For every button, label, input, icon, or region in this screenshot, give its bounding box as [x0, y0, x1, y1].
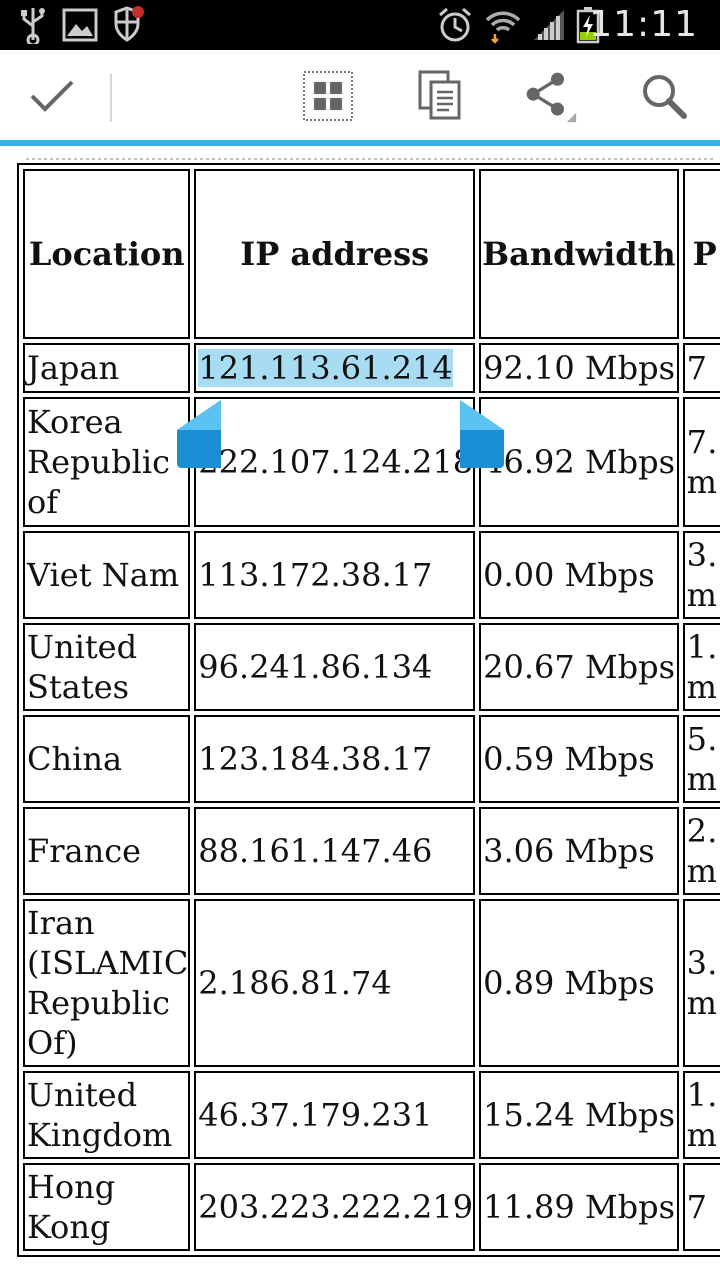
- cell-extra: 1… m: [682, 1071, 720, 1159]
- table-row: Korea Republic of 222.107.124.218 46.92 …: [23, 397, 720, 527]
- cell-ip: 222.107.124.218: [194, 397, 476, 527]
- cell-bandwidth: 11.89 Mbps: [479, 1163, 679, 1251]
- table-row: China 123.184.38.17 0.59 Mbps 5… m: [23, 715, 720, 803]
- cell-extra: 1… m: [682, 623, 720, 711]
- action-bar: [0, 50, 720, 140]
- table-row: Viet Nam 113.172.38.17 0.00 Mbps 3… m: [23, 531, 720, 619]
- image-icon: [62, 8, 98, 42]
- share-icon: [526, 72, 577, 123]
- web-content[interactable]: Location IP address Bandwidth P Japan 12…: [0, 146, 720, 1280]
- clock: 11:11: [589, 4, 698, 45]
- cell-location: France: [23, 807, 191, 895]
- cell-location: Viet Nam: [23, 531, 191, 619]
- header-bandwidth: Bandwidth: [479, 169, 679, 339]
- cell-extra: 2… m: [682, 807, 720, 895]
- cell-bandwidth: 92.10 Mbps: [479, 343, 679, 393]
- cell-extra: 7: [682, 343, 720, 393]
- cell-bandwidth: 46.92 Mbps: [479, 397, 679, 527]
- cell-extra: 3… m: [682, 899, 720, 1067]
- search-icon: [643, 75, 687, 119]
- cell-ip: 113.172.38.17: [194, 531, 476, 619]
- alarm-icon: [439, 7, 471, 42]
- header-ip-address: IP address: [194, 169, 476, 339]
- signal-icon: [534, 10, 564, 40]
- cell-location: Japan: [23, 343, 191, 393]
- cell-extra: 7… m: [682, 397, 720, 527]
- cell-bandwidth: 20.67 Mbps: [479, 623, 679, 711]
- cell-location: Iran (ISLAMIC Republic Of): [23, 899, 191, 1067]
- cell-extra: 3… m: [682, 531, 720, 619]
- header-location: Location: [23, 169, 191, 339]
- done-check-icon: [30, 80, 74, 112]
- share-button[interactable]: [522, 68, 578, 124]
- cell-ip: 2.186.81.74: [194, 899, 476, 1067]
- cell-location: China: [23, 715, 191, 803]
- table-row: Iran (ISLAMIC Republic Of) 2.186.81.74 0…: [23, 899, 720, 1067]
- cell-ip: 203.223.222.219: [194, 1163, 476, 1251]
- cell-bandwidth: 0.59 Mbps: [479, 715, 679, 803]
- cell-ip: 46.37.179.231: [194, 1071, 476, 1159]
- cell-bandwidth: 3.06 Mbps: [479, 807, 679, 895]
- done-button[interactable]: [24, 68, 80, 124]
- dotted-rule: [26, 158, 716, 162]
- cell-location: United States: [23, 623, 191, 711]
- table-header-row: Location IP address Bandwidth P: [23, 169, 720, 339]
- selection-end-handle[interactable]: [460, 400, 504, 468]
- table-row: Hong Kong 203.223.222.219 11.89 Mbps 7: [23, 1163, 720, 1251]
- selected-text[interactable]: 121.113.61.214: [198, 349, 453, 387]
- cell-bandwidth: 0.89 Mbps: [479, 899, 679, 1067]
- cell-location: United Kingdom: [23, 1071, 191, 1159]
- usb-icon: [21, 8, 45, 44]
- select-all-icon: [303, 71, 353, 121]
- cell-extra: 5… m: [682, 715, 720, 803]
- table-row: United Kingdom 46.37.179.231 15.24 Mbps …: [23, 1071, 720, 1159]
- ip-table: Location IP address Bandwidth P Japan 12…: [17, 163, 720, 1257]
- cell-location: Korea Republic of: [23, 397, 191, 527]
- selection-start-handle[interactable]: [177, 400, 221, 468]
- cell-extra: 7: [682, 1163, 720, 1251]
- copy-button[interactable]: [412, 68, 468, 124]
- table-row: France 88.161.147.46 3.06 Mbps 2… m: [23, 807, 720, 895]
- status-bar: 11:11: [0, 0, 720, 50]
- cell-bandwidth: 15.24 Mbps: [479, 1071, 679, 1159]
- cell-ip: 96.241.86.134: [194, 623, 476, 711]
- shield-icon: [114, 6, 144, 42]
- wifi-icon: [485, 11, 521, 44]
- select-all-button[interactable]: [300, 68, 356, 124]
- search-button[interactable]: [636, 68, 692, 124]
- cell-ip[interactable]: 121.113.61.214: [194, 343, 476, 393]
- cell-location: Hong Kong: [23, 1163, 191, 1251]
- cell-bandwidth: 0.00 Mbps: [479, 531, 679, 619]
- header-extra: P: [682, 169, 720, 339]
- cell-ip: 88.161.147.46: [194, 807, 476, 895]
- action-bar-divider: [110, 74, 112, 122]
- cell-ip: 123.184.38.17: [194, 715, 476, 803]
- table-row: United States 96.241.86.134 20.67 Mbps 1…: [23, 623, 720, 711]
- copy-icon: [418, 70, 461, 120]
- table-row: Japan 121.113.61.214 92.10 Mbps 7: [23, 343, 720, 393]
